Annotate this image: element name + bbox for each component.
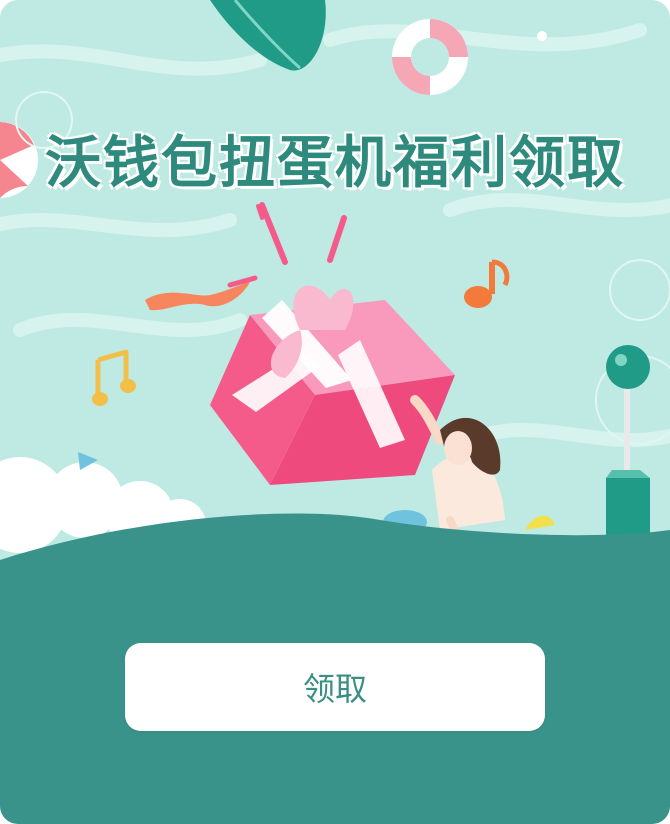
reward-card: 沃钱包扭蛋机福利领取 领取 — [0, 0, 670, 824]
swim-ring-icon — [392, 19, 547, 95]
gacha-lever-icon — [595, 259, 670, 560]
gift-box-icon — [210, 285, 455, 485]
music-note-icon — [92, 349, 136, 406]
page-title: 沃钱包扭蛋机福利领取 — [45, 131, 625, 196]
shell-decor — [525, 515, 555, 530]
music-note-icon — [464, 259, 510, 308]
girl-illustration — [410, 395, 505, 550]
claim-button[interactable]: 领取 — [125, 643, 545, 731]
